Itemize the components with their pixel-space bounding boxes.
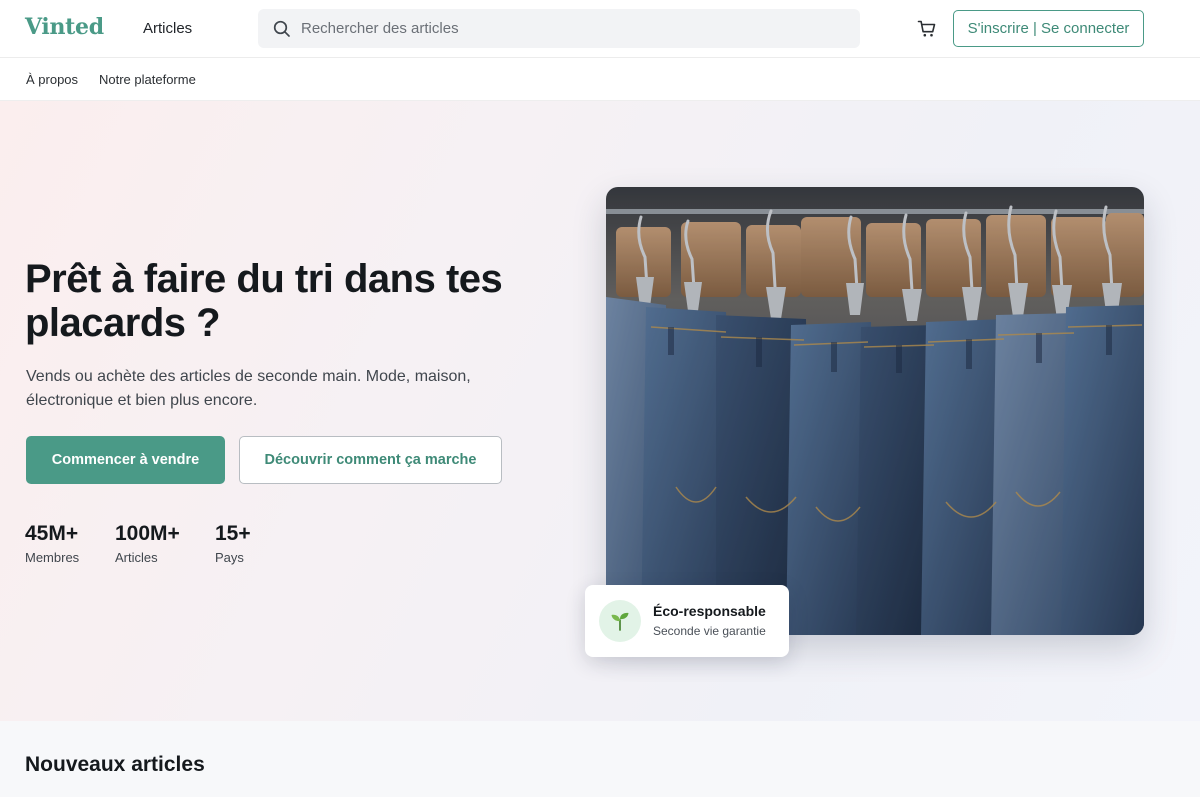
hero-subtitle: Vends ou achète des articles de seconde … [26, 368, 471, 409]
vinted-logo[interactable]: Vinted [25, 14, 104, 40]
nav-about-link[interactable]: À propos [26, 72, 78, 87]
new-articles-section: Nouveaux articles [0, 721, 1200, 797]
stat-articles: 100M+ Articles [115, 521, 180, 565]
nav-articles-link[interactable]: Articles [143, 20, 192, 37]
stat-countries: 15+ Pays [215, 521, 251, 565]
hero-photo-jeans [606, 187, 1144, 635]
hero-title: Prêt à faire du tri dans tes placards ? [25, 257, 503, 345]
stat-value: 100M+ [115, 522, 180, 545]
sprout-icon [599, 600, 641, 642]
search-bar[interactable] [258, 9, 860, 48]
new-articles-title: Nouveaux articles [25, 753, 205, 776]
stat-value: 45M+ [25, 522, 79, 545]
top-header: Vinted Articles S'inscrire | Se connecte… [0, 0, 1200, 58]
cart-icon[interactable] [917, 19, 937, 39]
start-selling-button[interactable]: Commencer à vendre [26, 436, 225, 484]
how-it-works-button[interactable]: Découvrir comment ça marche [239, 436, 502, 484]
eco-title: Éco-responsable [653, 603, 766, 619]
search-input[interactable] [301, 20, 821, 37]
stat-label: Pays [215, 550, 244, 565]
search-icon [273, 20, 291, 38]
eco-subtitle: Seconde vie garantie [653, 624, 766, 638]
nav-platform-link[interactable]: Notre plateforme [99, 72, 196, 87]
stat-label: Articles [115, 550, 158, 565]
secondary-nav: À propos Notre plateforme [0, 58, 1200, 101]
stat-members: 45M+ Membres [25, 521, 79, 565]
eco-badge-card: Éco-responsable Seconde vie garantie [585, 585, 789, 657]
signup-login-button[interactable]: S'inscrire | Se connecter [953, 10, 1144, 47]
stat-value: 15+ [215, 522, 251, 545]
hero-section: Prêt à faire du tri dans tes placards ? … [0, 101, 1200, 721]
stat-label: Membres [25, 550, 80, 565]
